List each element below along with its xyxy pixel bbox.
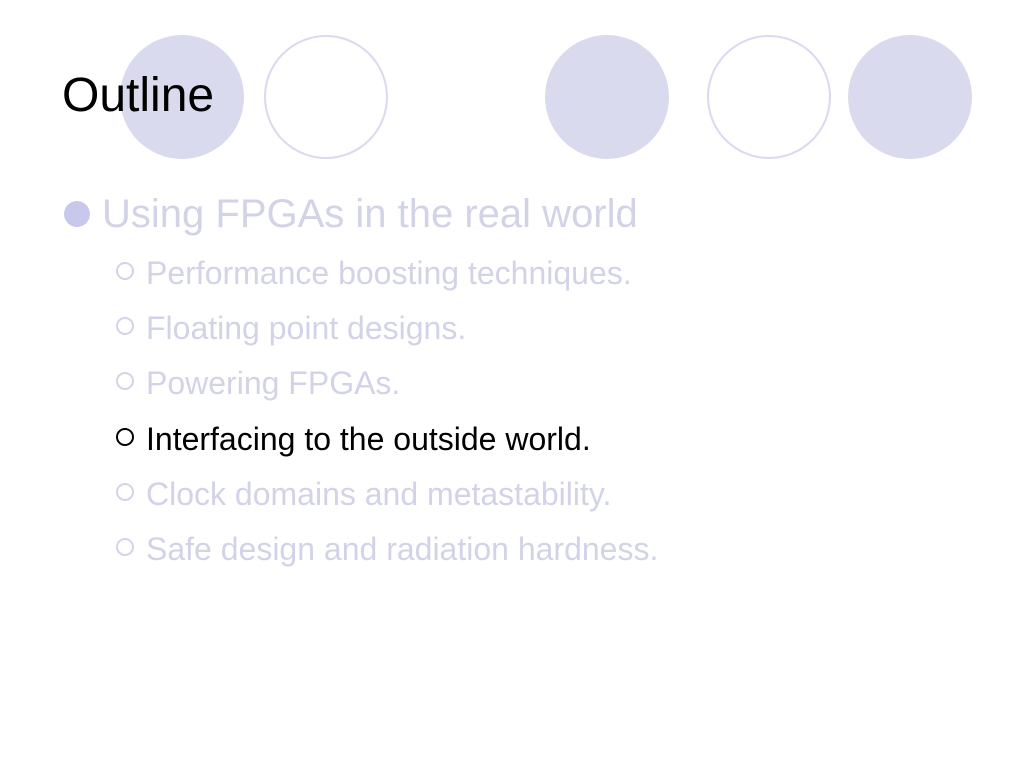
main-bullet-item: Using FPGAs in the real world [64,188,638,240]
main-bullet-text: Using FPGAs in the real world [102,192,638,236]
ring-bullet-icon [116,483,134,501]
sub-bullet-text: Powering FPGAs. [146,365,401,401]
sub-bullet-text: Interfacing to the outside world. [146,421,591,457]
ring-bullet-icon [116,262,134,280]
ring-bullet-icon [116,538,134,556]
sub-bullet-item-5: Clock domains and metastability. [116,472,611,516]
slide: Outline Using FPGAs in the real world Pe… [0,0,1024,768]
sub-bullet-text: Floating point designs. [146,310,467,346]
ring-bullet-icon [116,428,134,446]
sub-bullet-text: Clock domains and metastability. [146,476,612,512]
decorative-circle-3 [545,35,669,159]
decorative-circle-4 [707,35,831,159]
sub-bullet-text: Performance boosting techniques. [146,255,632,291]
slide-title: Outline [62,69,215,122]
sub-bullet-item-3: Powering FPGAs. [116,361,400,405]
sub-bullet-item-2: Floating point designs. [116,306,466,350]
ring-bullet-icon [116,317,134,335]
sub-bullet-text: Safe design and radiation hardness. [146,531,659,567]
decorative-circle-5 [848,35,972,159]
sub-bullet-item-1: Performance boosting techniques. [116,251,632,295]
sub-bullet-item-4: Interfacing to the outside world. [116,417,591,461]
ring-bullet-icon [116,372,134,390]
sub-bullet-item-6: Safe design and radiation hardness. [116,527,658,571]
decorative-circle-2 [264,35,388,159]
filled-bullet-icon [64,201,90,227]
